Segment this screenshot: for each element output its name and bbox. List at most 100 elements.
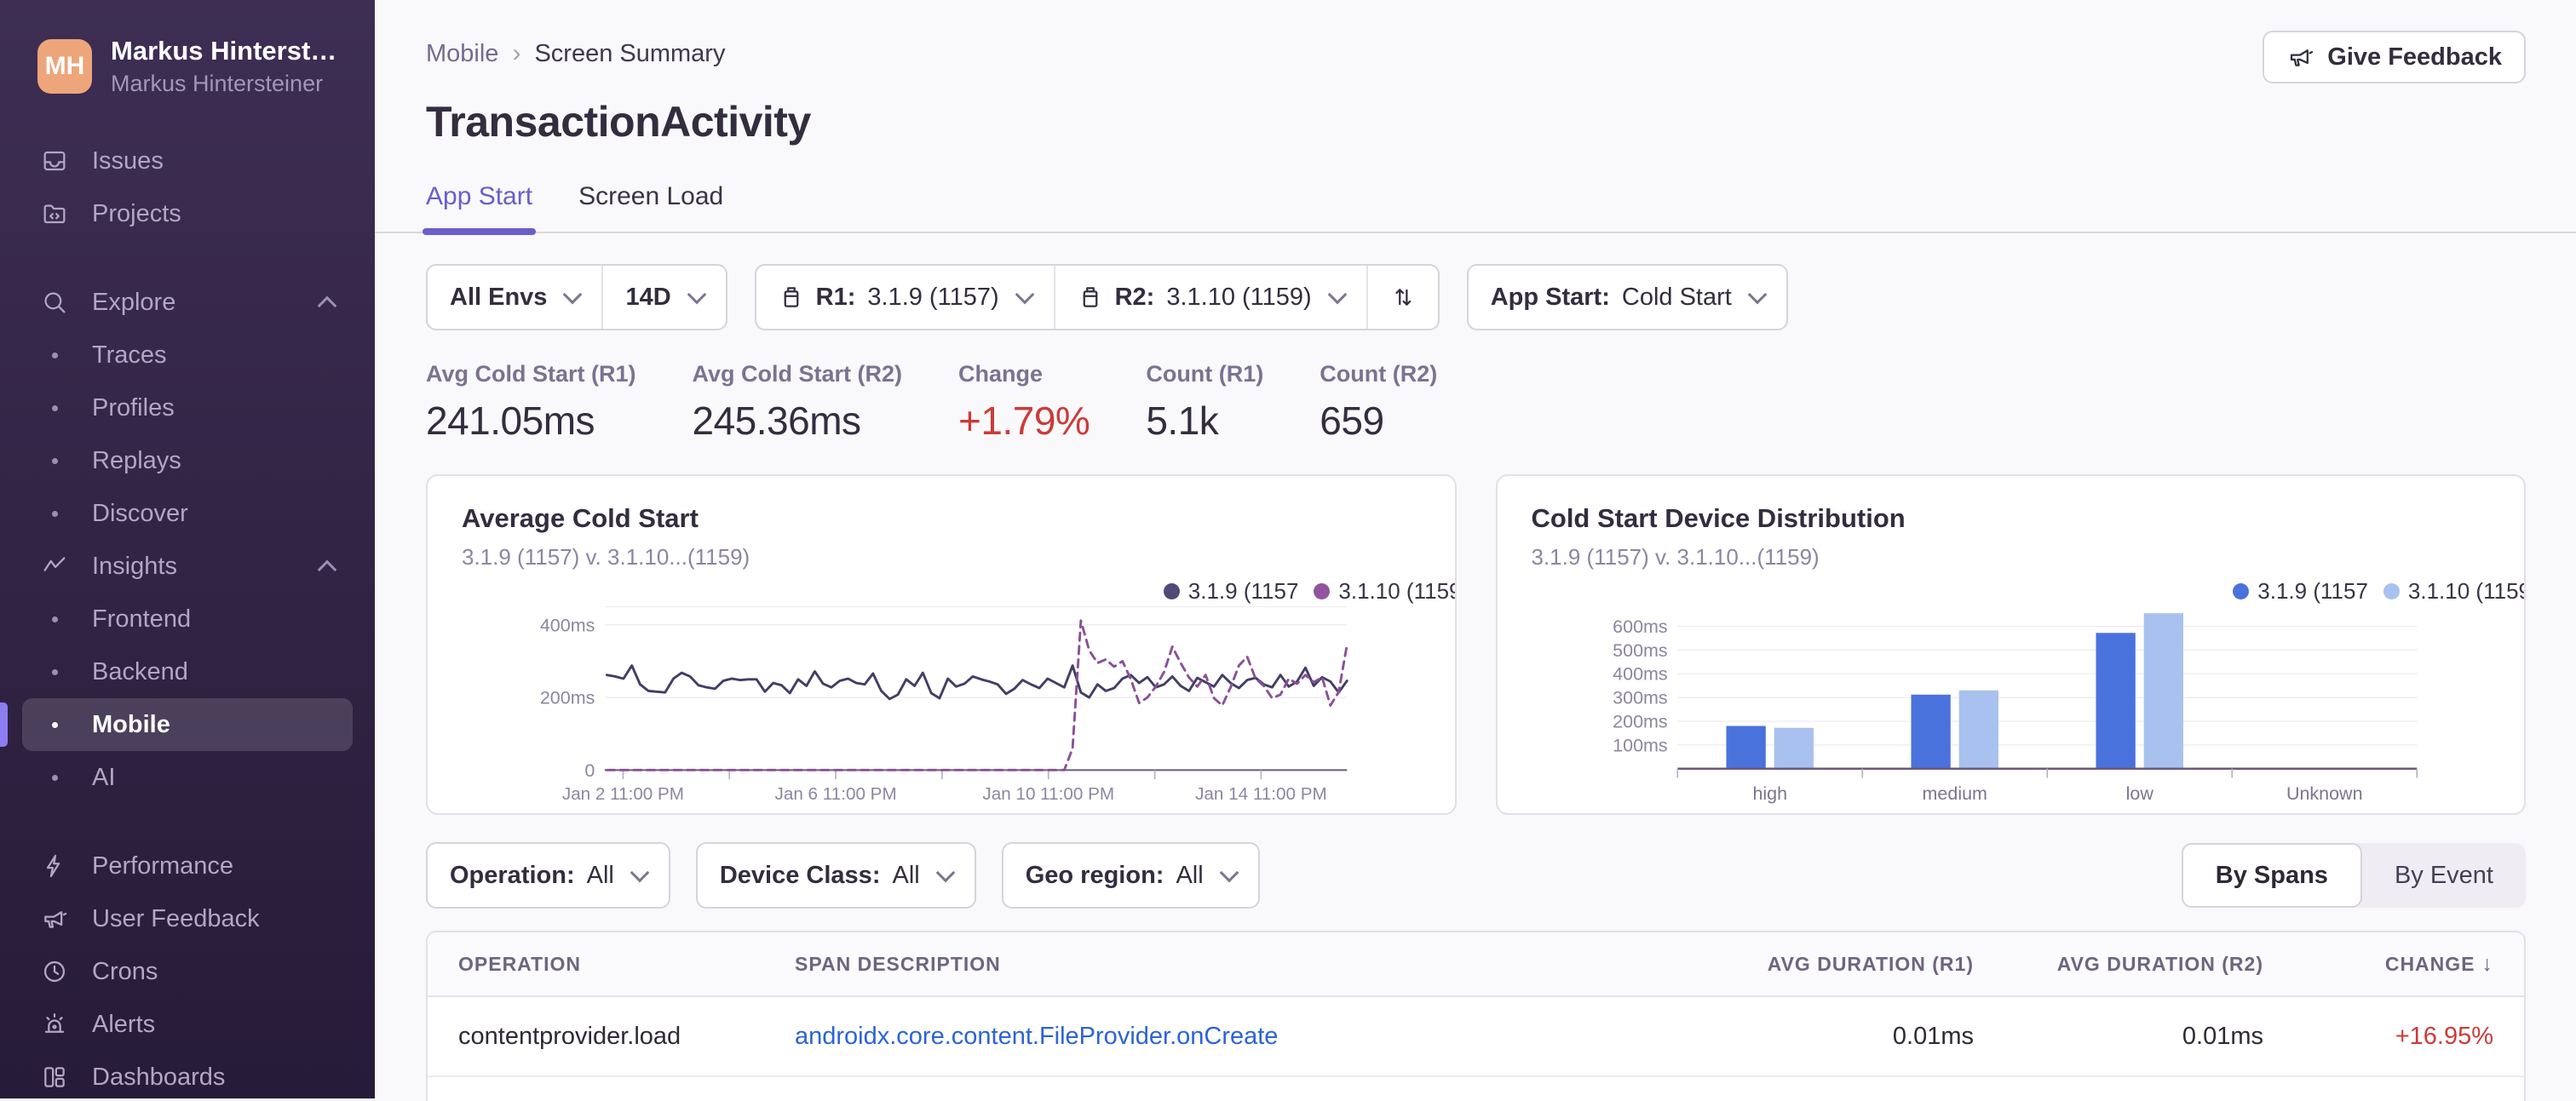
tab-screen-load[interactable]: Screen Load (578, 182, 723, 232)
column-header-avg-duration-r2-[interactable]: Avg Duration (R2) (1974, 953, 2263, 976)
filter-value: All (1176, 861, 1204, 889)
chart-subtitle: 3.1.9 (1157) v. 3.1.10...(1159) (1531, 544, 1820, 570)
sidebar-item-user-feedback[interactable]: User Feedback (22, 892, 353, 945)
insights-icon (41, 553, 68, 580)
give-feedback-button[interactable]: Give Feedback (2263, 31, 2526, 83)
sidebar-item-issues[interactable]: Issues (22, 135, 353, 187)
svg-text:100ms: 100ms (1613, 735, 1668, 755)
svg-text:300ms: 300ms (1613, 688, 1668, 708)
app-root: MH Markus Hinterst… Markus Hintersteiner… (0, 0, 2576, 1101)
chevron-up-icon (317, 559, 337, 580)
span-description-link[interactable]: androidx.core.content.FileProvider.onCre… (795, 1023, 1278, 1050)
user-menu[interactable]: MH Markus Hinterst… Markus Hintersteiner (0, 0, 375, 97)
user-subtitle: Markus Hintersteiner (111, 71, 324, 96)
breadcrumb-separator-icon: › (512, 39, 521, 67)
column-header-span-description[interactable]: Span Description (795, 953, 1684, 976)
release-icon (1083, 287, 1097, 307)
stat-label: Change (958, 361, 1044, 387)
svg-text:600ms: 600ms (1613, 616, 1668, 637)
bullet-icon (41, 394, 68, 421)
span-filters: Operation: All Device Class: All Geo region:… (426, 842, 1260, 909)
sidebar-item-replays[interactable]: Replays (22, 434, 353, 487)
column-header-avg-duration-r1-[interactable]: Avg Duration (R1) (1684, 953, 1974, 976)
period-filter[interactable]: 14D (601, 266, 725, 329)
geo-region-filter[interactable]: Geo region: All (1001, 842, 1260, 909)
svg-text:Jan 14 11:00 PM: Jan 14 11:00 PM (1195, 784, 1327, 804)
app-start-type-dropdown[interactable]: App Start: Cold Start (1469, 266, 1786, 329)
sidebar-item-label: Issues (92, 146, 164, 175)
app-start-type-label: App Start: (1490, 283, 1610, 311)
sidebar-item-mobile[interactable]: Mobile (0, 698, 353, 751)
release1-filter[interactable]: R1: 3.1.9 (1157) (756, 266, 1054, 329)
megaphone-icon (2291, 49, 2314, 66)
projects-icon (41, 200, 68, 227)
svg-text:Jan 2 11:00 PM: Jan 2 11:00 PM (562, 784, 684, 804)
sidebar-item-profiles[interactable]: Profiles (22, 381, 353, 434)
give-feedback-label: Give Feedback (2327, 43, 2502, 71)
svg-text:Unknown: Unknown (2286, 783, 2362, 804)
sidebar-item-label: Alerts (92, 1010, 156, 1038)
sidebar: MH Markus Hinterst… Markus Hintersteiner… (0, 0, 375, 1098)
stat-change: Change +1.79% (958, 361, 1090, 444)
sidebar-item-label: Frontend (92, 605, 192, 633)
tab-app-start[interactable]: App Start (422, 182, 537, 235)
charts-row: Average Cold Start 3.1.9 (1157) v. 3.1.1… (426, 474, 2526, 815)
stat-label: Avg Cold Start (R2) (692, 361, 903, 387)
view-toggle: By Spans By Event (2181, 843, 2526, 908)
stat-value: 659 (1320, 399, 1384, 443)
sidebar-item-insights[interactable]: Insights (22, 540, 353, 593)
avg-cold-start-chart-card: Average Cold Start 3.1.9 (1157) v. 3.1.1… (426, 474, 1457, 815)
filter-value: All (892, 861, 920, 889)
sidebar-item-projects[interactable]: Projects (22, 187, 353, 240)
device-class-filter[interactable]: Device Class: All (695, 842, 976, 909)
sidebar-item-traces[interactable]: Traces (22, 329, 353, 381)
device-distribution-chart-card: Cold Start Device Distribution 3.1.9 (11… (1495, 474, 2526, 815)
bullet-icon (41, 658, 68, 685)
bullet-icon (41, 764, 68, 791)
bullet-icon (41, 341, 68, 369)
app-start-type-value: Cold Start (1621, 283, 1732, 311)
sidebar-item-alerts[interactable]: Alerts (22, 998, 353, 1051)
chevron-down-icon (1219, 863, 1239, 883)
sidebar-item-frontend[interactable]: Frontend (22, 593, 353, 645)
svg-text:400ms: 400ms (540, 615, 595, 635)
table-body: contentprovider.load androidx.core.conten… (428, 997, 2524, 1077)
sidebar-item-dashboards[interactable]: Dashboards (22, 1051, 353, 1098)
stat-label: Count (R2) (1320, 361, 1438, 387)
sidebar-item-crons[interactable]: Crons (22, 945, 353, 998)
spans-table: Operation Span Description Avg Duration (R… (426, 931, 2526, 1101)
sidebar-item-label: Replays (92, 446, 181, 474)
sidebar-item-label: Profiles (92, 393, 175, 421)
chevron-down-icon (1327, 284, 1348, 305)
by-spans-toggle[interactable]: By Spans (2181, 843, 2362, 908)
column-header-change[interactable]: Change ↓ (2263, 952, 2493, 977)
by-event-toggle[interactable]: By Event (2362, 843, 2526, 908)
alerts-icon (41, 1011, 68, 1038)
chart-subtitle: 3.1.9 (1157) v. 3.1.10...(1159) (462, 544, 750, 570)
release2-filter[interactable]: R2: 3.1.10 (1159) (1053, 266, 1366, 329)
sidebar-item-ai[interactable]: AI (22, 751, 353, 804)
sidebar-item-explore[interactable]: Explore (22, 276, 353, 329)
stats-row: Avg Cold Start (R1) 241.05ms Avg Cold Star… (426, 361, 2526, 444)
app-start-type-filter: App Start: Cold Start (1466, 264, 1788, 330)
period-filter-value: 14D (625, 283, 671, 311)
sidebar-item-backend[interactable]: Backend (22, 645, 353, 698)
env-filter[interactable]: All Envs (428, 266, 601, 329)
column-header-operation[interactable]: Operation (458, 953, 795, 976)
breadcrumb-parent[interactable]: Mobile (426, 40, 498, 68)
topbar: Mobile › Screen Summary Give Feedback (426, 31, 2526, 83)
release1-label: R1: (815, 283, 856, 311)
svg-text:Jan 6 11:00 PM: Jan 6 11:00 PM (775, 784, 897, 804)
env-period-filter: All Envs 14D (426, 264, 727, 330)
avg-duration-r1-cell: 0.01ms (1892, 1022, 1974, 1050)
sidebar-item-performance[interactable]: Performance (22, 840, 353, 892)
sidebar-item-label: Insights (92, 552, 177, 580)
avg-duration-r2-cell: 0.01ms (2182, 1022, 2263, 1050)
operation-filter[interactable]: Operation: All (426, 842, 670, 909)
sidebar-item-label: Backend (92, 657, 188, 685)
sidebar-item-discover[interactable]: Discover (22, 487, 353, 540)
bullet-icon (41, 447, 68, 474)
chevron-down-icon (1015, 284, 1034, 305)
swap-releases-button[interactable] (1366, 266, 1438, 329)
svg-text:500ms: 500ms (1613, 640, 1668, 661)
